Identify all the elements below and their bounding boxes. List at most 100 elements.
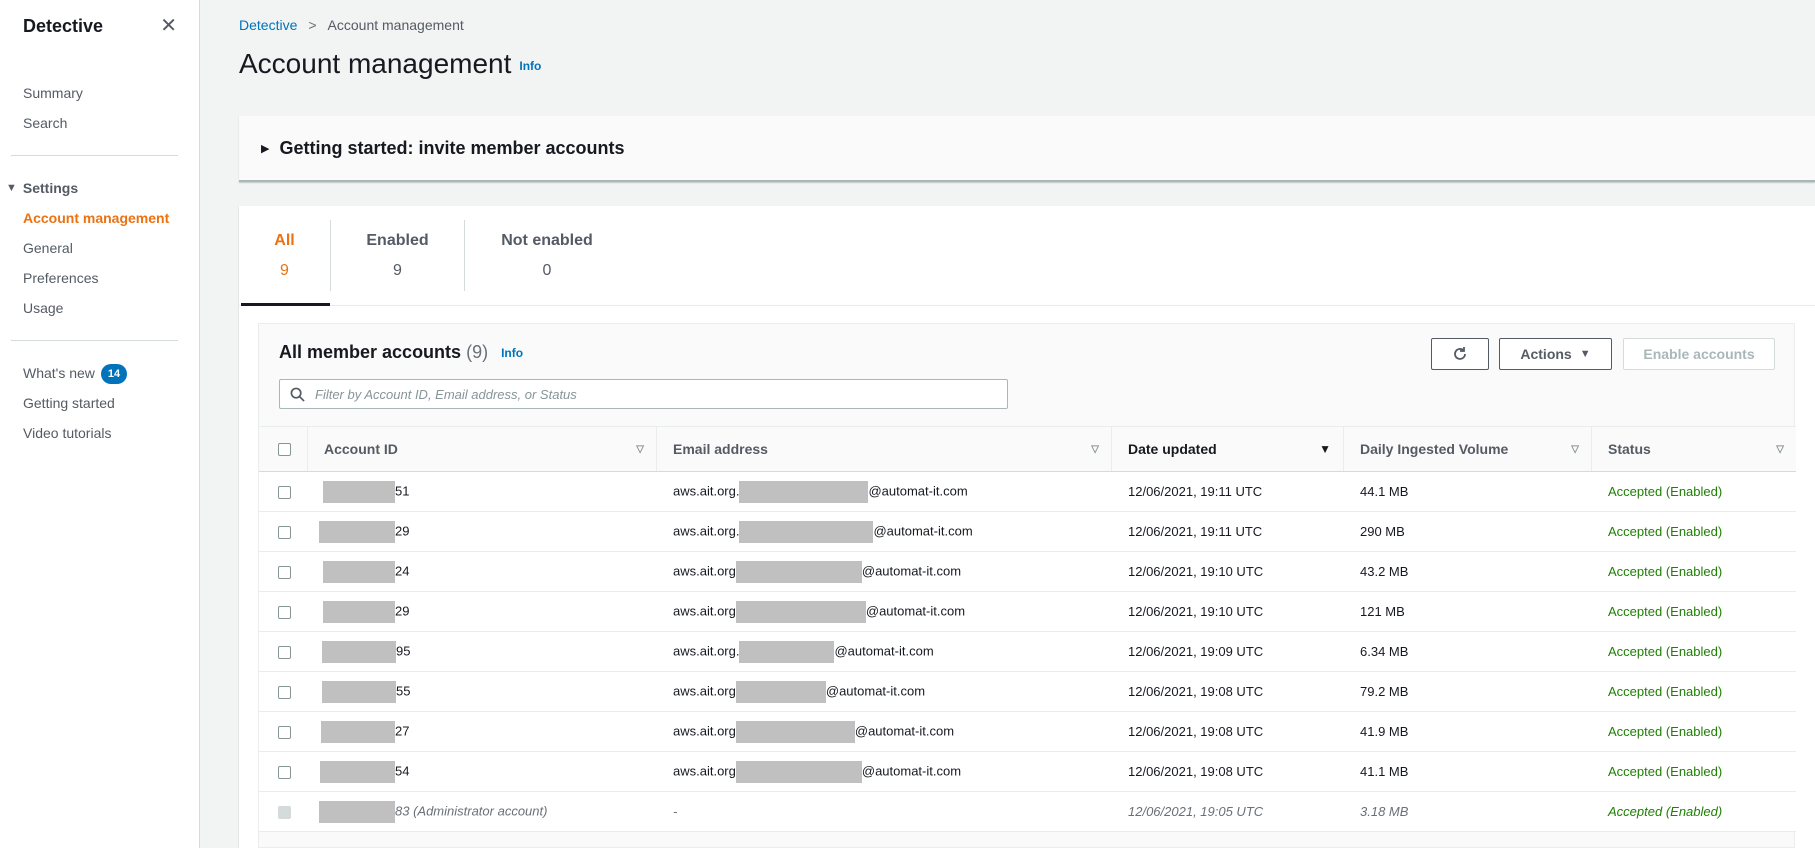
date-updated-cell: 12/06/2021, 19:11 UTC [1128, 524, 1263, 539]
email-cell: aws.ait.org. @automat-it.com [656, 632, 1111, 672]
filter-search-box[interactable] [279, 379, 1008, 409]
account-id-cell: 29 [307, 512, 656, 552]
column-label: Account ID [324, 441, 398, 457]
sidebar-item-preferences[interactable]: Preferences [0, 263, 199, 293]
sidebar-nav: Summary Search ▼ Settings Account manage… [0, 52, 199, 448]
table-row[interactable]: 54 aws.ait.org @automat-it.com 12/06/2021, … [259, 752, 1796, 792]
account-id-suffix: 27 [395, 722, 410, 738]
tab-label: Not enabled [501, 232, 593, 249]
email-domain: @automat-it.com [834, 642, 934, 658]
sidebar-item-summary[interactable]: Summary [0, 78, 199, 108]
daily-volume-cell: 43.2 MB [1360, 564, 1409, 579]
row-checkbox[interactable] [278, 726, 291, 740]
date-updated-cell: 12/06/2021, 19:08 UTC [1128, 764, 1264, 779]
row-checkbox[interactable] [278, 646, 291, 660]
redacted-block [735, 600, 866, 623]
account-id-suffix: 54 [395, 762, 410, 778]
refresh-icon [1454, 347, 1466, 360]
email-prefix: aws.ait.org. [673, 522, 740, 538]
row-checkbox[interactable] [278, 526, 291, 540]
table-row[interactable]: 55 aws.ait.org @automat-it.com 12/06/2021, … [259, 672, 1796, 712]
table-row[interactable]: 29 aws.ait.org. @automat-it.com 12/06/2021,… [259, 512, 1796, 552]
tab-count: 0 [542, 262, 552, 279]
chevron-right-icon: > [308, 17, 317, 33]
table-row[interactable]: 51 aws.ait.org. @automat-it.com 12/06/2021,… [259, 472, 1796, 512]
actions-label: Actions [1520, 346, 1572, 362]
redacted-block [319, 800, 395, 823]
sort-icon[interactable]: ▽ [636, 444, 644, 455]
redacted-block [323, 560, 395, 583]
close-icon[interactable]: ✕ [160, 16, 177, 36]
sidebar-item-account-management[interactable]: Account management [0, 203, 199, 233]
refresh-button[interactable] [1431, 338, 1489, 370]
page-title: Account management Info [239, 48, 541, 80]
getting-started-expander[interactable]: ▶ Getting started: invite member account… [239, 116, 1815, 182]
daily-volume-cell: 41.1 MB [1360, 764, 1409, 779]
redacted-block [322, 680, 396, 703]
actions-dropdown-button[interactable]: Actions ▼ [1499, 338, 1612, 370]
breadcrumb: Detective > Account management [239, 17, 464, 33]
sidebar-section-settings[interactable]: ▼ Settings [0, 173, 199, 203]
enable-accounts-button[interactable]: Enable accounts [1623, 338, 1775, 370]
row-checkbox[interactable] [278, 766, 291, 780]
status-cell: Accepted (Enabled) [1608, 724, 1723, 739]
tab-enabled[interactable]: Enabled 9 [331, 206, 464, 305]
sidebar-item-search[interactable]: Search [0, 108, 199, 138]
column-header-account-id[interactable]: Account ID ▽ [307, 427, 656, 472]
page-info-link[interactable]: Info [519, 59, 541, 73]
sort-descending-icon[interactable]: ▼ [1319, 442, 1331, 456]
sidebar-item-video-tutorials[interactable]: Video tutorials [0, 418, 199, 448]
sidebar-item-general[interactable]: General [0, 233, 199, 263]
column-label: Status [1608, 441, 1651, 457]
tab-not-enabled[interactable]: Not enabled 0 [465, 206, 629, 305]
column-header-date-updated[interactable]: Date updated ▼ [1111, 427, 1343, 472]
table-row[interactable]: 24 aws.ait.org @automat-it.com 12/06/2021, … [259, 552, 1796, 592]
row-select-cell [259, 792, 307, 832]
account-id-suffix: 83 (Administrator account) [395, 802, 548, 818]
email-prefix: aws.ait.org [673, 562, 736, 578]
tab-count: 9 [280, 262, 289, 279]
breadcrumb-root-link[interactable]: Detective [239, 17, 297, 33]
table-row[interactable]: 29 aws.ait.org @automat-it.com 12/06/2021, … [259, 592, 1796, 632]
row-select-cell [259, 672, 307, 712]
tab-count: 9 [393, 262, 402, 279]
column-label: Date updated [1128, 441, 1217, 457]
email-domain: @automat-it.com [865, 602, 966, 618]
daily-volume-cell: 121 MB [1360, 604, 1405, 619]
filter-input[interactable] [315, 386, 995, 402]
sort-icon[interactable]: ▽ [1776, 444, 1784, 455]
sidebar-title[interactable]: Detective [23, 16, 103, 37]
email-domain: @automat-it.com [873, 522, 973, 538]
row-checkbox[interactable] [278, 566, 291, 580]
email-cell: aws.ait.org @automat-it.com [656, 592, 1111, 632]
status-cell: Accepted (Enabled) [1608, 604, 1723, 619]
email-cell: - [673, 804, 678, 819]
sidebar-section-label: Settings [22, 180, 79, 196]
row-checkbox[interactable] [278, 686, 291, 700]
sort-icon[interactable]: ▽ [1571, 444, 1579, 455]
column-header-status[interactable]: Status ▽ [1591, 427, 1796, 472]
select-all-checkbox[interactable] [278, 442, 291, 456]
caret-right-icon: ▶ [261, 142, 270, 155]
sidebar-item-usage[interactable]: Usage [0, 293, 199, 323]
email-cell: aws.ait.org @automat-it.com [656, 552, 1111, 592]
row-checkbox[interactable] [278, 486, 291, 500]
table-row[interactable]: 95 aws.ait.org. @automat-it.com 12/06/2021,… [259, 632, 1796, 672]
sidebar-item-whats-new[interactable]: What's new 14 [0, 358, 199, 388]
column-header-daily-ingested-volume[interactable]: Daily Ingested Volume ▽ [1343, 427, 1591, 472]
caret-down-icon: ▼ [1579, 348, 1591, 360]
row-select-cell [259, 752, 307, 792]
column-header-email[interactable]: Email address ▽ [656, 427, 1111, 472]
row-checkbox[interactable] [278, 606, 291, 620]
account-id-suffix: 29 [395, 602, 410, 618]
email-prefix: aws.ait.org [673, 682, 736, 698]
redacted-block [321, 720, 395, 743]
email-domain: @automat-it.com [825, 682, 926, 698]
sidebar-item-getting-started[interactable]: Getting started [0, 388, 199, 418]
table-info-link[interactable]: Info [501, 346, 523, 360]
sort-icon[interactable]: ▽ [1091, 444, 1099, 455]
row-select-cell [259, 632, 307, 672]
tab-all[interactable]: All 9 [239, 206, 330, 306]
redacted-block [735, 680, 826, 703]
table-row[interactable]: 27 aws.ait.org @automat-it.com 12/06/2021, … [259, 712, 1796, 752]
